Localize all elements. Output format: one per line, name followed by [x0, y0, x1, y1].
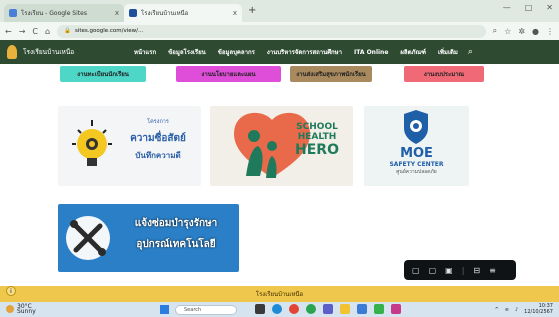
more-icon[interactable]: ≡: [489, 266, 496, 275]
teams-icon[interactable]: [323, 304, 333, 314]
bookmark-star-icon[interactable]: ☆: [504, 27, 511, 36]
category-button-student-registration[interactable]: งานทะเบียนนักเรียน: [60, 66, 146, 82]
chrome-profile-icon[interactable]: [306, 304, 316, 314]
card-it-maintenance[interactable]: แจ้งซ่อมบำรุงรักษา อุปกรณ์เทคโนโลยี: [58, 204, 239, 272]
profile-icon[interactable]: ●: [532, 27, 539, 36]
weather-widget[interactable]: 30°C Sunny: [6, 304, 36, 315]
card-honesty-project[interactable]: โครงการ ความซื่อสัตย์ บันทึกความดี: [58, 106, 201, 186]
card-line-2: SAFETY CENTER: [389, 161, 444, 168]
site-favicon-icon: [129, 9, 137, 17]
weather-desc: Sunny: [17, 308, 36, 315]
taskbar: 30°C Sunny Search ^ ≋ ♪ 10:37 12/10/2567: [0, 302, 559, 317]
clock-date: 12/10/2567: [524, 308, 553, 315]
lock-icon: 🔒: [64, 28, 71, 34]
address-bar: ← → C ⌂ 🔒 sites.google.com/view/... ⌕ ☆ …: [0, 22, 559, 40]
minimize-icon[interactable]: —: [503, 3, 511, 12]
footer-text: โรงเรียนบ้านเหนือ: [255, 291, 304, 298]
capture-icon[interactable]: ⊟: [473, 266, 480, 275]
home-icon[interactable]: ⌂: [45, 27, 50, 36]
store-icon[interactable]: [357, 304, 367, 314]
tab-close-icon[interactable]: x: [233, 9, 237, 17]
nav-item-home[interactable]: หน้าแรก: [134, 47, 156, 57]
card-line-3: HERO: [295, 142, 339, 158]
wifi-icon[interactable]: ≋: [505, 307, 509, 313]
school-logo-icon: [7, 45, 17, 59]
card-line-3: บันทึกความดี: [135, 151, 181, 160]
maximize-icon[interactable]: □: [525, 3, 533, 12]
card-line-1: SCHOOL: [296, 122, 338, 132]
main-content: งานทะเบียนนักเรียน งานนโยบายและแผน งานส่…: [0, 64, 559, 286]
site-navigation: โรงเรียนบ้านเหนือ หน้าแรก ข้อมูลโรงเรียน…: [0, 40, 559, 64]
card-line-1: แจ้งซ่อมบำรุงรักษา: [134, 218, 218, 229]
card-school-health-hero[interactable]: SCHOOL HEALTH HERO: [210, 106, 353, 186]
category-button-budget[interactable]: งานงบประมาณ: [404, 66, 484, 82]
info-badge-icon[interactable]: i: [6, 286, 16, 296]
zoom-icon[interactable]: ⌕: [493, 26, 497, 36]
category-button-policy[interactable]: งานนโยบายและแผน: [176, 66, 281, 82]
site-title[interactable]: โรงเรียนบ้านเหนือ: [23, 47, 128, 57]
nav-item-school-info[interactable]: ข้อมูลโรงเรียน: [168, 47, 206, 57]
nav-item-management[interactable]: งานบริหารจัดการสถานศึกษา: [267, 47, 342, 57]
edge-icon[interactable]: [272, 304, 282, 314]
site-footer: โรงเรียนบ้านเหนือ: [0, 286, 559, 302]
floating-toolbar: ▢ ▢ ▣ | ⊟ ≡: [404, 260, 516, 280]
forward-icon[interactable]: →: [19, 27, 26, 36]
tab-title: โรงเรียน - Google Sites: [21, 10, 87, 17]
photos-icon[interactable]: [391, 304, 401, 314]
card-line-1: MOE: [400, 146, 433, 161]
card-line-2: HEALTH: [297, 132, 337, 142]
card-line-3: ศูนย์ความปลอดภัย: [396, 169, 437, 175]
windows-start-icon[interactable]: [160, 305, 169, 314]
taskbar-search-input[interactable]: Search: [175, 305, 237, 315]
category-button-health[interactable]: งานส่งเสริมสุขภาพนักเรียน: [290, 66, 372, 82]
nav-item-products[interactable]: ผลิตภัณฑ์: [400, 47, 426, 57]
url-text: sites.google.com/view/...: [74, 28, 144, 34]
back-icon[interactable]: ←: [5, 27, 12, 36]
card-moe-safety-center[interactable]: MOE SAFETY CENTER ศูนย์ความปลอดภัย: [364, 106, 469, 186]
nav-item-ita-online[interactable]: ITA Online: [354, 49, 388, 56]
card-line-2: ความซื่อสัตย์: [130, 133, 186, 144]
volume-icon[interactable]: ♪: [515, 307, 518, 313]
window-icon[interactable]: ▢: [429, 266, 437, 275]
card-line-2: อุปกรณ์เทคโนโลยี: [136, 239, 216, 250]
chevron-up-icon[interactable]: ^: [495, 307, 499, 313]
extensions-icon[interactable]: ✲: [518, 27, 525, 36]
clock[interactable]: 10:37 12/10/2567: [524, 303, 553, 315]
divider: |: [461, 265, 465, 275]
shield-icon: [404, 110, 428, 144]
chrome-icon[interactable]: [289, 304, 299, 314]
tab-school-site[interactable]: โรงเรียนบ้านเหนือ x: [124, 4, 242, 22]
google-sites-icon: [9, 9, 17, 17]
search-icon[interactable]: ⌕: [468, 47, 473, 57]
window-controls: — □ ✕: [503, 3, 553, 12]
nav-item-staff[interactable]: ข้อมูลบุคลากร: [218, 47, 255, 57]
url-field[interactable]: 🔒 sites.google.com/view/...: [57, 24, 486, 38]
file-explorer-icon[interactable]: [340, 304, 350, 314]
reload-icon[interactable]: C: [32, 27, 38, 36]
tab-close-icon[interactable]: x: [115, 9, 119, 17]
nav-item-more[interactable]: เพิ่มเติม: [438, 47, 458, 57]
line-icon[interactable]: [374, 304, 384, 314]
taskbar-apps: [255, 304, 401, 314]
screen-icon[interactable]: ▢: [412, 266, 420, 275]
tab-title: โรงเรียนบ้านเหนือ: [141, 10, 189, 17]
system-tray: ^ ≋ ♪ 10:37 12/10/2567: [495, 303, 553, 315]
menu-icon[interactable]: ⋮: [546, 27, 554, 36]
browser-tab-bar: โรงเรียน - Google Sites x โรงเรียนบ้านเห…: [0, 0, 559, 22]
task-view-icon[interactable]: [255, 304, 265, 314]
card-line-1: โครงการ: [147, 119, 169, 125]
new-tab-button[interactable]: +: [248, 5, 256, 16]
display-icon[interactable]: ▣: [445, 266, 453, 275]
sun-icon: [6, 305, 14, 313]
tab-google-sites[interactable]: โรงเรียน - Google Sites x: [4, 4, 124, 22]
close-window-icon[interactable]: ✕: [546, 3, 553, 12]
